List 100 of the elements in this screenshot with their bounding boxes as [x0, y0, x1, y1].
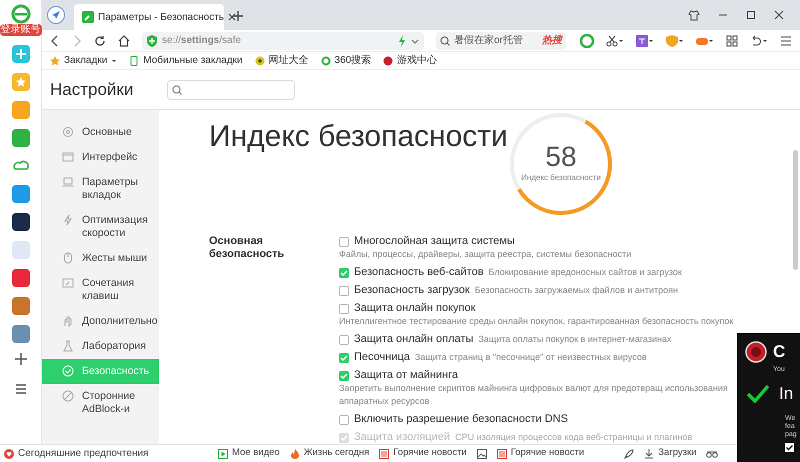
option-label: Защита онлайн покупок — [354, 302, 476, 315]
gear-icon — [62, 126, 74, 138]
close-icon[interactable] — [228, 13, 236, 21]
home-icon[interactable] — [118, 34, 130, 46]
globe-icon — [254, 56, 265, 66]
badge-shield-icon[interactable] — [666, 34, 684, 46]
option-description: Безопасность загружаемых файлов и антитроян — [474, 284, 678, 297]
checkmark-icon — [747, 384, 769, 403]
bookmark-link[interactable]: 网址大全 — [254, 53, 309, 68]
checkbox[interactable] — [339, 352, 349, 362]
back-icon[interactable] — [50, 34, 60, 46]
settings-nav-item[interactable]: Параметры вкладок — [42, 170, 159, 208]
hand-icon — [62, 315, 74, 327]
checkbox[interactable] — [339, 304, 349, 314]
scrollbar-thumb[interactable] — [793, 150, 798, 270]
status-link[interactable]: Горячие новости — [379, 446, 467, 461]
reload-icon[interactable] — [94, 34, 106, 46]
shield-check-icon — [62, 365, 74, 377]
search-icon — [172, 84, 182, 94]
menu-icon[interactable] — [780, 34, 792, 46]
preferences-link[interactable]: Сегодняшние предпочтения — [4, 446, 218, 461]
bookmark-link[interactable]: 游戏中心 — [383, 53, 438, 68]
option-description: Защита страниц в "песочнице" от неизвестных вирусов — [414, 351, 647, 364]
window-icon — [62, 151, 74, 163]
settings-search-field[interactable] — [167, 80, 295, 100]
circle-app-icon[interactable] — [580, 34, 594, 48]
mouse-icon — [62, 252, 74, 264]
undo-icon[interactable] — [750, 34, 768, 46]
option-label: Защита изоляцией — [354, 431, 450, 444]
newspaper-icon — [379, 448, 390, 458]
checkbox[interactable] — [339, 334, 349, 344]
dropdown-icon — [111, 58, 118, 64]
checkbox[interactable] — [339, 370, 349, 380]
settings-nav-item[interactable]: Интерфейс — [42, 145, 159, 170]
fire-icon — [290, 448, 300, 458]
settings-nav-item[interactable]: Основные — [42, 120, 159, 145]
settings-nav-item[interactable]: Сторонние AdBlock-и — [42, 384, 159, 422]
search-icon — [440, 36, 450, 46]
notification-title: C — [773, 341, 786, 363]
settings-nav-item[interactable]: Жесты мыши — [42, 246, 159, 271]
star-app-icon[interactable] — [10, 72, 30, 92]
eye-logo-icon — [745, 340, 767, 363]
notification-status: In — [779, 383, 794, 405]
section-heading: Индекс безопасности — [209, 119, 508, 155]
lightning-icon[interactable] — [398, 34, 406, 46]
option-label: Включить разрешение безопасности DNS — [354, 413, 568, 426]
add-icon[interactable] — [14, 352, 28, 366]
search-field[interactable]: 暑假在家or托管 热搜 — [436, 32, 566, 50]
option-description: Файлы, процессы, драйверы, защита реестра, системы безопасности — [339, 248, 632, 261]
shirt-icon[interactable] — [688, 9, 700, 21]
translate-icon[interactable] — [636, 34, 654, 46]
flask-icon — [62, 340, 74, 352]
option-label: Защита от майнинга — [354, 369, 458, 382]
list-icon[interactable] — [14, 382, 28, 396]
maximize-icon[interactable] — [746, 10, 756, 20]
login-badge[interactable]: 登录账号 — [0, 24, 42, 36]
hot-search-label[interactable]: 热搜 — [542, 33, 562, 48]
status-link[interactable]: Горячие новости — [496, 446, 584, 461]
status-link[interactable]: Мое видео — [218, 446, 280, 461]
navigation-icon[interactable] — [46, 5, 66, 25]
download-icon — [644, 448, 654, 458]
checkbox[interactable] — [339, 286, 349, 296]
browser-logo-icon — [10, 4, 30, 24]
new-tab-icon[interactable] — [232, 10, 244, 22]
settings-nav-item[interactable]: Оптимизация скорости — [42, 208, 159, 246]
settings-nav-item[interactable]: Сочетания клавиш — [42, 271, 159, 309]
bookmark-link[interactable]: Закладки — [50, 53, 118, 68]
status-link[interactable]: Жизнь сегодня — [290, 446, 370, 461]
game-center-icon — [383, 56, 394, 66]
section-title: Основная безопасность — [209, 235, 286, 262]
grid-icon[interactable] — [726, 34, 738, 46]
picture-icon[interactable] — [476, 448, 487, 458]
settings-nav-item[interactable]: Лаборатория — [42, 334, 159, 359]
plus-app-icon[interactable] — [10, 44, 30, 64]
wrench-icon — [82, 11, 94, 23]
tab-title: Параметры - Безопасность — [98, 10, 224, 24]
option-description: Блокирование вредоносных сайтов и загрузок — [488, 266, 682, 279]
keyboard-icon — [62, 277, 74, 289]
bookmark-link[interactable]: 360搜索 — [320, 53, 372, 68]
search-value: 暑假在家or托管 — [454, 34, 524, 48]
glasses-icon[interactable] — [706, 448, 718, 458]
checkbox[interactable] — [339, 414, 349, 424]
shield-icon — [146, 34, 158, 46]
option-label: Многослойная защита системы — [354, 235, 515, 248]
scissors-icon[interactable] — [606, 34, 624, 46]
option-label: Безопасность веб-сайтов — [354, 266, 484, 279]
heart-icon — [4, 448, 14, 458]
lightning-icon — [62, 214, 74, 226]
checkbox[interactable] — [339, 268, 349, 278]
bookmark-link[interactable]: Мобильные закладки — [129, 53, 243, 68]
close-icon[interactable] — [774, 10, 784, 20]
settings-nav-item[interactable]: Дополнительно — [42, 309, 159, 334]
status-link[interactable]: Загрузки — [644, 446, 696, 461]
checkbox[interactable] — [785, 442, 794, 452]
option-label: Песочница — [354, 351, 410, 364]
phone-icon — [129, 56, 140, 66]
option-label: Защита онлайн оплаты — [354, 333, 474, 346]
option-description: Запретить выполнение скриптов майнинга цифровых валют для предотвращ использования аппаратных ресурсов — [339, 382, 729, 408]
checkbox[interactable] — [339, 236, 349, 246]
option-description: Интеллигентное тестирование среды онлайн покупок, гарантированная безопасность покупок — [339, 315, 734, 328]
